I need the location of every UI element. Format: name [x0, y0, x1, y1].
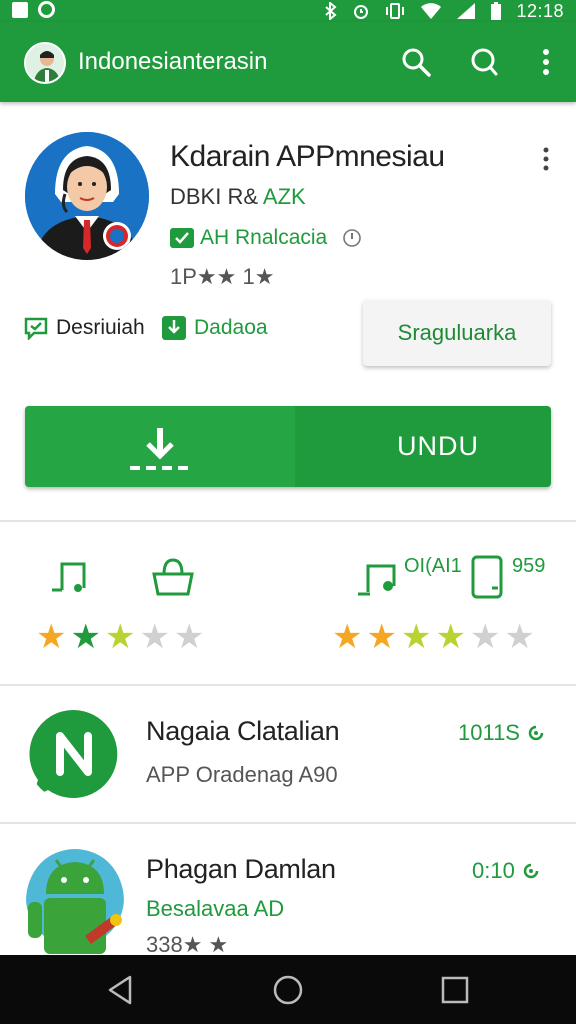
secondary-button[interactable]: Sraguluarka: [363, 300, 551, 366]
search-icon[interactable]: [398, 44, 434, 80]
android-robot-icon: [26, 849, 124, 954]
download-square-icon: [162, 316, 186, 340]
list-item-size-value: 0:10: [472, 858, 515, 883]
divider: [0, 520, 576, 522]
developer-suffix: AZK: [262, 184, 306, 209]
star-empty-icon: ★: [504, 618, 535, 656]
install-label: UNDU: [397, 431, 479, 461]
signal-icon: [457, 3, 476, 19]
star-filled-icon: ★: [332, 618, 363, 656]
more-vert-icon[interactable]: [528, 44, 564, 80]
nav-bar: [0, 955, 576, 1024]
list-item-icon: [26, 706, 122, 802]
star-half-icon: ★: [435, 618, 466, 656]
list-item-subtitle: Besalavaa AD: [146, 896, 285, 921]
status-bar: 12:18: [0, 0, 576, 22]
chat-search-icon[interactable]: [466, 44, 502, 80]
vibrate-icon: [386, 3, 405, 19]
app-avatar[interactable]: [25, 132, 149, 260]
download-icon: [130, 428, 190, 470]
notification-icon: [12, 1, 28, 18]
list-item-size: 0:10: [472, 858, 541, 884]
stat-count-b: 959: [512, 555, 546, 577]
app-bar: Indonesianterasin: [0, 22, 576, 102]
star-filled-icon: ★: [366, 618, 397, 656]
info-icon[interactable]: [341, 227, 363, 249]
app-badge: AH Rnalcacia: [170, 226, 363, 250]
list-item-size-value: 1011S: [458, 720, 520, 745]
star-empty-icon: ★: [139, 618, 170, 656]
clock: 12:18: [516, 0, 564, 21]
install-button[interactable]: UNDU: [25, 406, 551, 487]
install-download-part[interactable]: [25, 406, 295, 487]
divider: [0, 822, 576, 824]
list-item-subtitle: APP Oradenag A90: [146, 762, 338, 787]
person-icon: [26, 44, 64, 82]
app-more-icon[interactable]: [538, 146, 554, 172]
list-item-title: Nagaia Clatalian: [146, 716, 340, 746]
star-filled-icon: ★: [70, 618, 101, 656]
rating-stars-left: ★ ★ ★ ★ ★: [36, 620, 204, 654]
bluetooth-icon: [325, 2, 338, 20]
badge-label: AH Rnalcacia: [200, 226, 328, 249]
app-name: Kdarain APPmnesiau: [170, 140, 445, 173]
tag-left[interactable]: Desriuiah: [24, 316, 145, 340]
tag-right-label: Dadaoa: [194, 316, 268, 339]
star-half-icon: ★: [400, 618, 432, 656]
home-icon[interactable]: [271, 973, 305, 1007]
rating-stars-right: ★ ★ ★ ★ ★ ★: [332, 620, 535, 654]
phone-icon: [471, 555, 503, 599]
list-item-title: Phagan Damlan: [146, 854, 336, 884]
screen: 12:18 Indonesianterasin Kdarain APPmnesi…: [0, 0, 576, 1024]
app-logo[interactable]: [24, 42, 66, 84]
verified-badge-icon: [170, 228, 194, 248]
star-empty-icon: ★: [173, 618, 205, 656]
divider: [0, 684, 576, 686]
whatsapp-icon: [38, 1, 55, 18]
refresh-icon: [523, 863, 539, 879]
refresh-icon: [528, 725, 544, 741]
app-rating: 1P★★ 1★: [170, 264, 275, 289]
back-icon[interactable]: [104, 973, 138, 1007]
developer-prefix: DBKI R&: [170, 184, 263, 209]
alarm-icon: [354, 5, 369, 19]
agent-illustration-icon: [25, 132, 149, 260]
wifi-icon: [421, 3, 442, 19]
chat-check-icon: [24, 317, 48, 340]
battery-icon: [491, 2, 502, 20]
tag-right[interactable]: Dadaoa: [162, 316, 268, 340]
bag-icon: [152, 558, 194, 596]
developer-name[interactable]: DBKI R& AZK: [170, 184, 306, 210]
recents-icon[interactable]: [438, 973, 472, 1007]
star-empty-icon: ★: [469, 618, 501, 656]
music-note-icon: [52, 562, 86, 592]
stat-count-a: OI(AI1: [404, 555, 462, 577]
list-item-size: 1011S: [458, 720, 546, 746]
chat-bubble-icon: [29, 709, 118, 798]
list-item-icon: [26, 848, 124, 954]
star-filled-icon: ★: [36, 618, 67, 656]
star-half-icon: ★: [104, 618, 136, 656]
tag-left-label: Desriuiah: [56, 316, 145, 339]
music-device-icon: [358, 564, 396, 596]
app-bar-title: Indonesianterasin: [78, 48, 268, 75]
